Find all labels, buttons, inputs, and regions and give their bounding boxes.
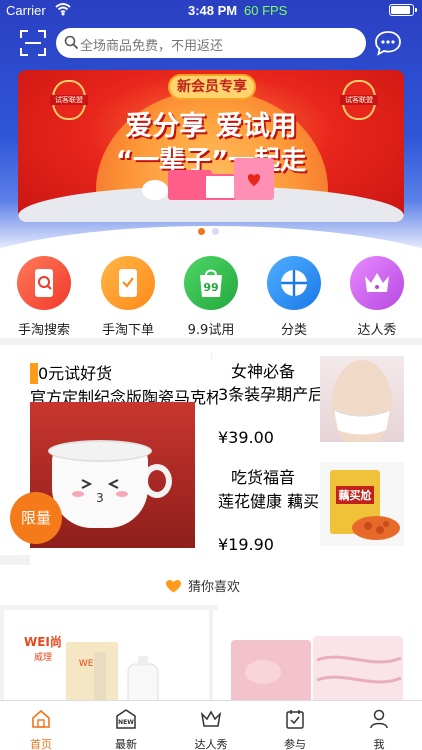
category-nine-nine-trial[interactable]: 99 9.9试用	[171, 256, 251, 338]
fps-counter: 60 FPS	[244, 3, 288, 18]
tab-latest[interactable]: NEW 最新	[96, 709, 156, 750]
heart-icon	[166, 578, 181, 597]
mug-rim	[48, 440, 152, 462]
screen: Carrier 3:48 PM 60 FPS 全场商品免费，不用返还 试客联盟 …	[0, 0, 422, 750]
category-label: 手淘搜索	[17, 323, 70, 338]
category-taobao-search[interactable]: 手淘搜索	[4, 256, 84, 338]
battery-icon	[389, 4, 417, 16]
taobao-order-icon	[101, 256, 155, 310]
limited-badge: 限量	[10, 492, 62, 544]
home-icon	[32, 709, 50, 728]
scan-button[interactable]	[20, 30, 46, 56]
taobao-search-icon	[17, 256, 71, 310]
banner-tag: 新会员专享	[168, 74, 256, 100]
scan-icon	[20, 30, 46, 56]
category-taobao-order[interactable]: 手淘下单	[88, 256, 168, 338]
product-image: WEI尚 威理 WEI尚	[24, 634, 159, 710]
crown-icon	[350, 256, 404, 310]
category-grid-icon	[267, 256, 321, 310]
carrier-label: Carrier	[6, 3, 46, 18]
shopping-bag-icon	[234, 158, 274, 200]
tab-label: 我	[373, 738, 385, 750]
page-dot-active[interactable]	[198, 228, 205, 235]
category-all[interactable]: 分类	[254, 256, 334, 338]
product-image	[231, 636, 403, 710]
category-talent-show[interactable]: 达人秀	[337, 256, 417, 338]
snack-package-text: 藕买尬	[338, 488, 372, 502]
tab-label: 首页	[30, 738, 52, 750]
new-icon: NEW	[116, 709, 136, 729]
tab-talent-show[interactable]: 达人秀	[181, 709, 241, 750]
nine-nine-trial-icon: 99	[184, 256, 238, 310]
product-brand-subtext: 威理	[34, 651, 52, 663]
promo-banner[interactable]: 试客联盟 试客联盟 新会员专享 爱分享 爱试用 “一辈子”一起走	[18, 70, 404, 222]
category-label: 达人秀	[357, 323, 397, 338]
crown-icon	[200, 710, 222, 727]
status-bar: Carrier 3:48 PM 60 FPS	[0, 0, 422, 22]
chat-bubble-icon	[375, 31, 401, 56]
guess-you-like-title: 猜你喜欢	[188, 580, 241, 595]
coin-icon	[142, 180, 168, 200]
clock: 3:48 PM	[188, 3, 238, 18]
calendar-check-icon	[286, 710, 304, 729]
tab-home[interactable]: 首页	[11, 709, 71, 750]
product-card[interactable]: WEI尚 威理 WEI尚	[4, 610, 209, 710]
wifi-icon	[55, 2, 71, 20]
snack-product-image: 藕买尬	[320, 462, 404, 546]
category-label: 9.9试用	[187, 323, 235, 338]
banner-headline: 爱分享 爱试用	[125, 111, 297, 142]
search-placeholder: 全场商品免费，不用返还	[80, 39, 224, 54]
category-label: 分类	[280, 323, 307, 338]
tab-label: 达人秀	[194, 738, 228, 750]
tab-participate[interactable]: 参与	[265, 709, 325, 750]
person-icon	[370, 709, 388, 729]
category-row: 手淘搜索 手淘下单 99 9.9试用 分类 达人秀	[0, 250, 422, 338]
battery-fill	[391, 6, 410, 14]
maternity-product-image	[320, 356, 404, 442]
svg-text:3: 3	[96, 491, 104, 505]
guess-you-like-header: 猜你喜欢	[0, 565, 422, 605]
category-label: 手淘下单	[101, 323, 154, 338]
page-dot[interactable]	[212, 228, 219, 235]
tab-label: 最新	[115, 738, 137, 750]
tab-bar: 首页 NEW 最新 达人秀 参与 我	[0, 700, 422, 750]
search-input[interactable]: 全场商品免费，不用返还	[56, 28, 366, 58]
tab-me[interactable]: 我	[349, 709, 409, 750]
new-icon-text: NEW	[118, 719, 134, 726]
product-card[interactable]	[213, 610, 418, 710]
message-button[interactable]	[374, 30, 402, 56]
product-brand-text: WEI尚	[24, 634, 62, 649]
search-icon	[64, 35, 79, 54]
trial-badge-text: 99	[203, 281, 218, 294]
tab-label: 参与	[284, 738, 306, 750]
gift-bag-icon	[204, 174, 238, 200]
